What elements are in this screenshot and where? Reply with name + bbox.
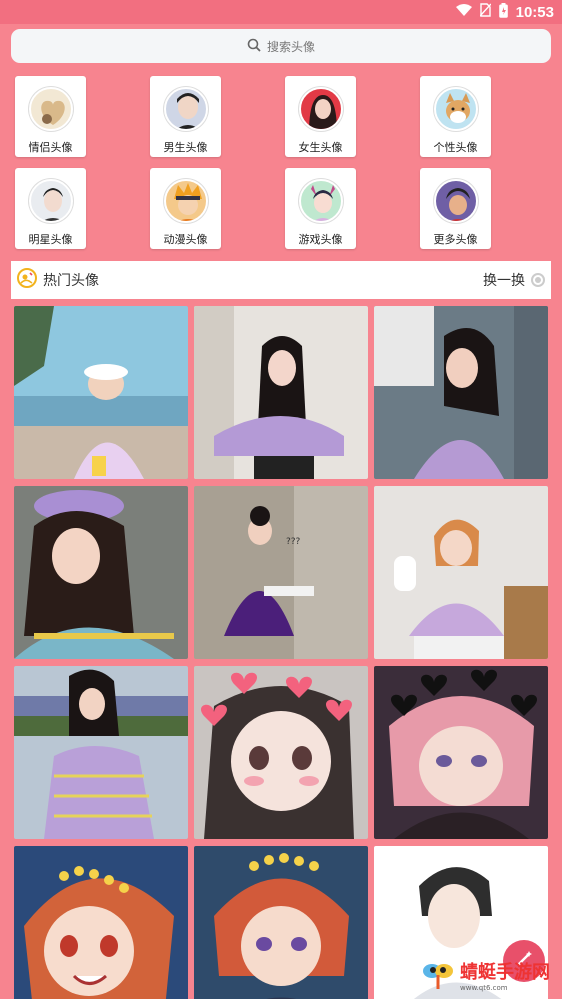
refresh-icon xyxy=(531,273,545,287)
category-female[interactable]: 女生头像 xyxy=(285,76,356,157)
category-couple[interactable]: 情侣头像 xyxy=(15,76,86,157)
category-male[interactable]: 男生头像 xyxy=(150,76,221,157)
anime-avatar xyxy=(163,179,208,223)
watermark: 蜻蜓手游网 www.qt6.com xyxy=(420,955,560,995)
category-game[interactable]: 游戏头像 xyxy=(285,168,356,249)
female-avatar xyxy=(298,87,343,131)
avatar-tile[interactable] xyxy=(194,846,368,999)
dragonfly-logo-icon xyxy=(420,955,456,995)
category-star[interactable]: 明星头像 xyxy=(15,168,86,249)
wifi-icon xyxy=(455,3,472,21)
avatar-tile[interactable] xyxy=(374,486,548,659)
dog-avatar xyxy=(433,87,478,131)
status-bar: 10:53 xyxy=(0,0,562,24)
avatar-tile[interactable] xyxy=(374,306,548,479)
avatar-tile[interactable] xyxy=(374,666,548,839)
svg-text:???: ??? xyxy=(286,537,301,547)
category-label: 更多头像 xyxy=(433,233,478,246)
male-avatar xyxy=(163,87,208,131)
couple-avatar xyxy=(28,87,73,131)
more-avatar xyxy=(433,179,478,223)
hot-avatars-header: 热门头像 换一换 xyxy=(11,261,551,299)
category-label: 明星头像 xyxy=(28,233,73,246)
battery-icon xyxy=(498,2,508,22)
refresh-label: 换一换 xyxy=(483,273,525,289)
watermark-url: www.qt6.com xyxy=(460,984,508,992)
category-label: 情侣头像 xyxy=(28,141,73,154)
star-avatar xyxy=(28,179,73,223)
category-personality[interactable]: 个性头像 xyxy=(420,76,491,157)
category-label: 男生头像 xyxy=(163,141,208,154)
avatar-tile[interactable]: ??? xyxy=(194,486,368,659)
avatar-tile[interactable] xyxy=(14,666,188,839)
category-label: 个性头像 xyxy=(433,141,478,154)
game-avatar xyxy=(298,179,343,223)
search-bar[interactable]: 搜索头像 xyxy=(11,29,551,63)
avatar-tile[interactable] xyxy=(14,486,188,659)
category-anime[interactable]: 动漫头像 xyxy=(150,168,221,249)
avatar-tile[interactable] xyxy=(194,306,368,479)
category-label: 游戏头像 xyxy=(298,233,343,246)
search-placeholder: 搜索头像 xyxy=(266,39,315,54)
category-label: 动漫头像 xyxy=(163,233,208,246)
watermark-text: 蜻蜓手游网 xyxy=(460,962,550,983)
category-more[interactable]: 更多头像 xyxy=(420,168,491,249)
clock: 10:53 xyxy=(515,3,554,21)
avatar-tile[interactable] xyxy=(14,306,188,479)
no-sim-icon xyxy=(479,3,492,21)
refresh-button[interactable]: 换一换 xyxy=(483,270,545,290)
avatar-tile[interactable] xyxy=(194,666,368,839)
category-label: 女生头像 xyxy=(298,141,343,154)
hot-icon xyxy=(17,268,37,292)
hot-title: 热门头像 xyxy=(43,273,99,289)
avatar-tile[interactable] xyxy=(14,846,188,999)
search-icon xyxy=(247,38,261,55)
